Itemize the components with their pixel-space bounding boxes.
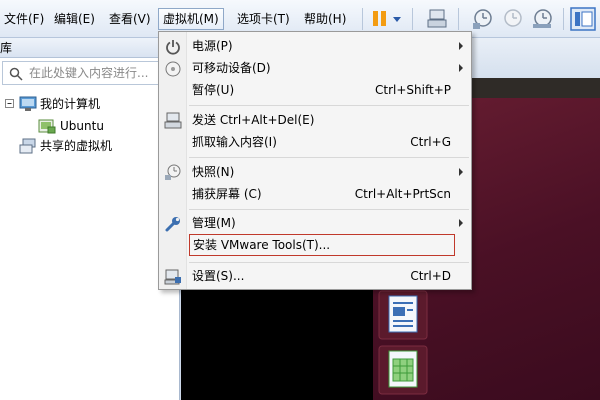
tree-item-label: Ubuntu xyxy=(60,119,104,133)
send-keys-button[interactable] xyxy=(425,6,449,32)
menu-edit[interactable]: 编辑(E) xyxy=(50,8,99,30)
pause-icon xyxy=(373,11,386,26)
shared-vm-icon xyxy=(19,138,36,154)
menu-item-install-vmware-tools[interactable]: 安装 VMware Tools(T)... xyxy=(189,234,455,256)
menu-item-settings[interactable]: 设置(S)... Ctrl+D xyxy=(187,265,471,287)
menu-separator xyxy=(189,157,469,158)
tree-item-label: 共享的虚拟机 xyxy=(40,139,113,153)
menu-item-pause[interactable]: 暂停(U) Ctrl+Shift+P xyxy=(187,79,471,101)
library-search-input[interactable] xyxy=(29,64,174,82)
tree-item-shared-vms[interactable]: 共享的虚拟机 xyxy=(0,136,180,156)
menu-item-shortcut: Ctrl+Shift+P xyxy=(375,83,451,97)
menu-item-shortcut: Ctrl+Alt+PrtScn xyxy=(354,187,451,201)
snapshot-icon xyxy=(165,164,181,180)
pause-button[interactable] xyxy=(368,6,392,32)
vm-icon xyxy=(38,119,56,134)
computer-icon xyxy=(19,96,37,111)
menu-file[interactable]: 文件(F) xyxy=(0,8,48,30)
menu-item-manage[interactable]: 管理(M) xyxy=(187,212,471,234)
libreoffice-writer-launcher[interactable] xyxy=(378,290,428,340)
menu-item-label: 电源(P) xyxy=(192,39,233,53)
menu-item-shortcut: Ctrl+D xyxy=(410,269,451,283)
snapshot-button[interactable] xyxy=(470,6,494,32)
menu-item-label: 发送 Ctrl+Alt+Del(E) xyxy=(192,113,315,127)
menu-item-power[interactable]: 电源(P) xyxy=(187,35,471,57)
libreoffice-calc-launcher[interactable] xyxy=(378,345,428,395)
view-toggle-icon xyxy=(570,7,596,31)
tree-item-my-computer[interactable]: 我的计算机 xyxy=(0,94,180,114)
library-search-box[interactable] xyxy=(2,61,178,85)
menu-item-label: 可移动设备(D) xyxy=(192,61,271,75)
revert-snapshot-icon xyxy=(504,9,522,27)
vm-menu-dropdown: 电源(P) 可移动设备(D) 暂停(U) Ctrl+Shift+P 发送 Ctr… xyxy=(158,31,472,290)
submenu-arrow-icon xyxy=(459,42,463,50)
menu-item-snapshot[interactable]: 快照(N) xyxy=(187,161,471,183)
search-icon xyxy=(9,67,23,81)
menu-separator xyxy=(189,262,469,263)
settings-icon xyxy=(164,269,181,285)
snapshot-manager-icon xyxy=(533,9,552,28)
tree-item-ubuntu[interactable]: Ubuntu xyxy=(0,116,180,136)
toolbar-separator xyxy=(412,8,413,30)
calc-spreadsheet-icon xyxy=(378,345,428,395)
submenu-arrow-icon xyxy=(459,168,463,176)
menu-item-grab-input[interactable]: 抓取输入内容(I) Ctrl+G xyxy=(187,131,471,153)
toolbar-separator xyxy=(362,8,363,30)
toolbar-separator xyxy=(458,8,459,30)
menu-item-label: 捕获屏幕 (C) xyxy=(192,187,262,201)
snapshot-manager-button[interactable] xyxy=(530,6,554,32)
submenu-arrow-icon xyxy=(459,219,463,227)
library-panel: 库 我的计算机 Ubuntu 共享的虚拟机 xyxy=(0,38,180,400)
menu-tabs[interactable]: 选项卡(T) xyxy=(233,8,294,30)
pause-dropdown-button[interactable] xyxy=(390,6,404,32)
menu-separator xyxy=(189,209,469,210)
collapse-toggle-icon[interactable] xyxy=(4,96,16,112)
dropdown-arrow-icon xyxy=(393,17,401,22)
snapshot-icon xyxy=(473,9,492,29)
tree-item-label: 我的计算机 xyxy=(40,97,101,111)
menu-item-shortcut: Ctrl+G xyxy=(410,135,451,149)
power-icon xyxy=(166,40,180,55)
menu-item-send-ctrl-alt-del[interactable]: 发送 Ctrl+Alt+Del(E) xyxy=(187,109,471,131)
menu-vm[interactable]: 虚拟机(M) xyxy=(158,8,224,30)
removable-device-icon xyxy=(165,61,181,77)
view-toggle-button[interactable] xyxy=(570,6,596,32)
menu-view[interactable]: 查看(V) xyxy=(105,8,155,30)
menu-item-label: 暂停(U) xyxy=(192,83,235,97)
library-title: 库 xyxy=(0,38,179,58)
submenu-arrow-icon xyxy=(459,64,463,72)
send-keys-icon xyxy=(164,112,182,129)
writer-document-icon xyxy=(378,290,428,340)
menu-item-label: 设置(S)... xyxy=(192,269,245,283)
menu-help[interactable]: 帮助(H) xyxy=(300,8,350,30)
menu-item-label: 安装 VMware Tools(T)... xyxy=(193,238,331,252)
menu-item-removable-devices[interactable]: 可移动设备(D) xyxy=(187,57,471,79)
menu-item-label: 快照(N) xyxy=(192,165,235,179)
menu-item-label: 管理(M) xyxy=(192,216,236,230)
menu-separator xyxy=(189,105,469,106)
send-keys-icon xyxy=(427,9,447,28)
revert-snapshot-button[interactable] xyxy=(500,6,524,32)
wrench-icon xyxy=(165,217,180,232)
menu-item-label: 抓取输入内容(I) xyxy=(192,135,277,149)
menu-item-capture-screen[interactable]: 捕获屏幕 (C) Ctrl+Alt+PrtScn xyxy=(187,183,471,205)
toolbar-separator xyxy=(563,8,564,30)
